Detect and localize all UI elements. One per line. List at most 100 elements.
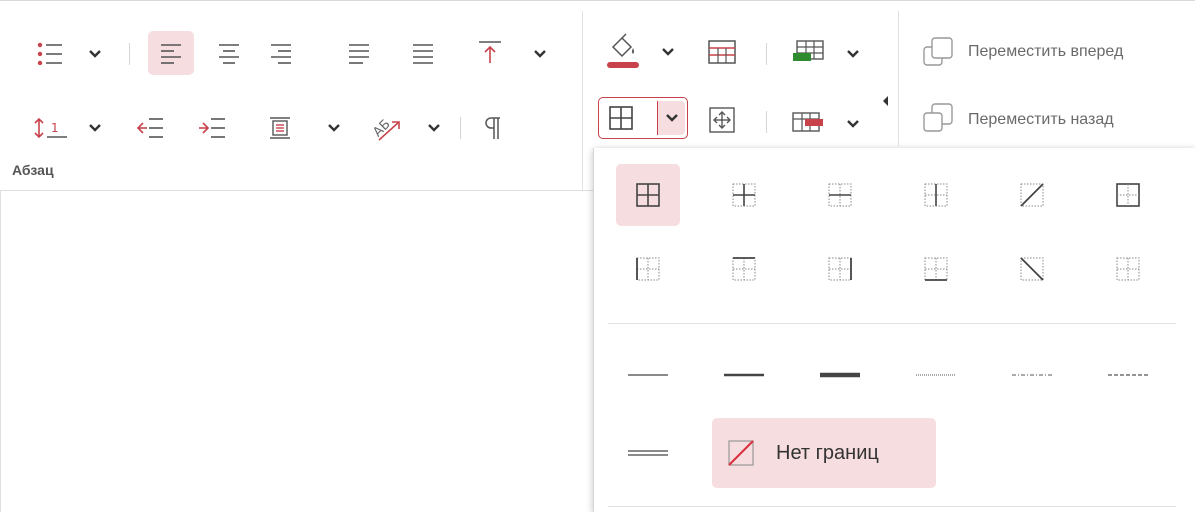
paragraph-group-label: Абзац xyxy=(12,162,54,178)
line-style-dashed-option[interactable] xyxy=(1096,344,1160,406)
border-none-grid-option[interactable] xyxy=(1096,238,1160,300)
border-left-option[interactable] xyxy=(616,238,680,300)
chevron-down-icon[interactable] xyxy=(327,123,341,133)
dashed-line-icon xyxy=(1108,374,1148,376)
line-style-dash-dot-option[interactable] xyxy=(1000,344,1064,406)
line-style-thin-option[interactable] xyxy=(616,344,680,406)
text-direction-button[interactable]: АБ xyxy=(364,105,406,147)
move-forward-button[interactable]: Переместить вперед xyxy=(920,35,1195,71)
separator xyxy=(460,117,461,139)
align-right-button[interactable] xyxy=(266,35,296,71)
diagonal-up-border-icon xyxy=(1020,183,1044,207)
chevron-down-icon[interactable] xyxy=(846,119,860,129)
inner-borders-icon xyxy=(732,183,756,207)
line-style-thick-option[interactable] xyxy=(808,344,872,406)
vertical-align-top-icon xyxy=(479,41,501,63)
fit-arrows-icon xyxy=(709,107,735,133)
move-forward-label: Переместить вперед xyxy=(968,43,1124,60)
ribbon-scroll-left-icon[interactable] xyxy=(882,95,890,107)
border-all-option[interactable] xyxy=(616,164,680,226)
dropdown-separator xyxy=(608,506,1176,507)
border-diagonal-up-option[interactable] xyxy=(1000,164,1064,226)
no-borders-button[interactable]: Нет границ xyxy=(712,418,936,488)
top-border-icon xyxy=(732,257,756,281)
delete-table-button[interactable] xyxy=(788,105,828,139)
chevron-down-icon[interactable] xyxy=(661,47,675,57)
paragraph-spacing-icon xyxy=(270,117,290,139)
chevron-down-icon xyxy=(666,114,678,122)
solid-thin-line-icon xyxy=(628,374,668,376)
bullet-list-icon xyxy=(37,42,62,66)
move-back-button[interactable]: Переместить назад xyxy=(920,101,1195,137)
separator xyxy=(129,43,130,65)
chevron-down-icon[interactable] xyxy=(846,49,860,59)
table-rows-button[interactable] xyxy=(704,35,740,69)
table-green-icon xyxy=(793,40,824,61)
line-spacing-icon: 1 xyxy=(34,117,67,139)
paint-bucket-icon xyxy=(607,33,639,68)
borders-button[interactable] xyxy=(598,97,688,139)
chevron-down-icon[interactable] xyxy=(88,123,102,133)
line-style-medium-option[interactable] xyxy=(712,344,776,406)
border-bottom-option[interactable] xyxy=(904,238,968,300)
align-right-icon xyxy=(271,44,291,64)
line-style-double-option[interactable] xyxy=(616,422,680,484)
vertical-align-button[interactable] xyxy=(474,33,506,71)
no-borders-label: Нет границ xyxy=(776,442,879,464)
all-borders-icon xyxy=(609,106,633,130)
line-style-dotted-option[interactable] xyxy=(904,344,968,406)
text-direction-icon: АБ xyxy=(370,117,400,141)
insert-table-button[interactable] xyxy=(788,35,828,69)
border-top-option[interactable] xyxy=(712,238,776,300)
no-borders-grid-icon xyxy=(1116,257,1140,281)
bring-forward-icon xyxy=(923,37,953,66)
outer-borders-icon xyxy=(1116,183,1140,207)
border-diagonal-down-option[interactable] xyxy=(1000,238,1064,300)
increase-indent-icon xyxy=(199,118,225,138)
all-borders-icon xyxy=(636,183,660,207)
align-center-button[interactable] xyxy=(214,35,244,71)
group-separator xyxy=(898,11,899,146)
separator xyxy=(766,43,767,65)
dash-dot-line-icon xyxy=(1012,374,1052,376)
solid-thick-line-icon xyxy=(820,372,860,378)
align-justify-icon xyxy=(349,44,369,64)
border-inner-option[interactable] xyxy=(712,164,776,226)
increase-indent-button[interactable] xyxy=(194,111,230,145)
right-border-icon xyxy=(828,257,852,281)
align-distributed-button[interactable] xyxy=(408,35,438,71)
chevron-down-icon[interactable] xyxy=(427,123,441,133)
fit-table-button[interactable] xyxy=(704,103,740,137)
border-inner-vertical-option[interactable] xyxy=(904,164,968,226)
left-border-icon xyxy=(636,257,660,281)
align-justify-button[interactable] xyxy=(344,35,374,71)
chevron-down-icon[interactable] xyxy=(88,49,102,59)
border-outer-option[interactable] xyxy=(1096,164,1160,226)
decrease-indent-icon xyxy=(136,118,163,138)
paragraph-spacing-button[interactable] xyxy=(262,111,298,145)
diagonal-down-border-icon xyxy=(1020,257,1044,281)
inner-vertical-border-icon xyxy=(924,183,948,207)
pilcrow-icon xyxy=(485,117,500,139)
solid-medium-line-icon xyxy=(724,373,764,377)
separator xyxy=(766,111,767,133)
cell-fill-color-button[interactable] xyxy=(602,31,642,73)
align-distributed-icon xyxy=(413,44,433,64)
line-spacing-button[interactable]: 1 xyxy=(32,113,72,143)
move-back-label: Переместить назад xyxy=(968,111,1114,128)
decrease-indent-button[interactable] xyxy=(132,111,168,145)
dropdown-separator xyxy=(608,323,1176,324)
dotted-line-icon xyxy=(916,374,956,376)
chevron-down-icon[interactable] xyxy=(533,49,547,59)
border-right-option[interactable] xyxy=(808,238,872,300)
align-center-icon xyxy=(219,44,239,64)
borders-dropdown-toggle[interactable] xyxy=(657,101,685,135)
show-formatting-marks-button[interactable] xyxy=(478,111,506,145)
bullet-list-button[interactable] xyxy=(34,39,68,69)
table-rows-icon xyxy=(708,40,736,64)
borders-dropdown-menu: Нет границ xyxy=(593,148,1195,512)
border-inner-horizontal-option[interactable] xyxy=(808,164,872,226)
inner-horizontal-border-icon xyxy=(828,183,852,207)
bottom-border-icon xyxy=(924,257,948,281)
align-left-button[interactable] xyxy=(148,31,194,75)
